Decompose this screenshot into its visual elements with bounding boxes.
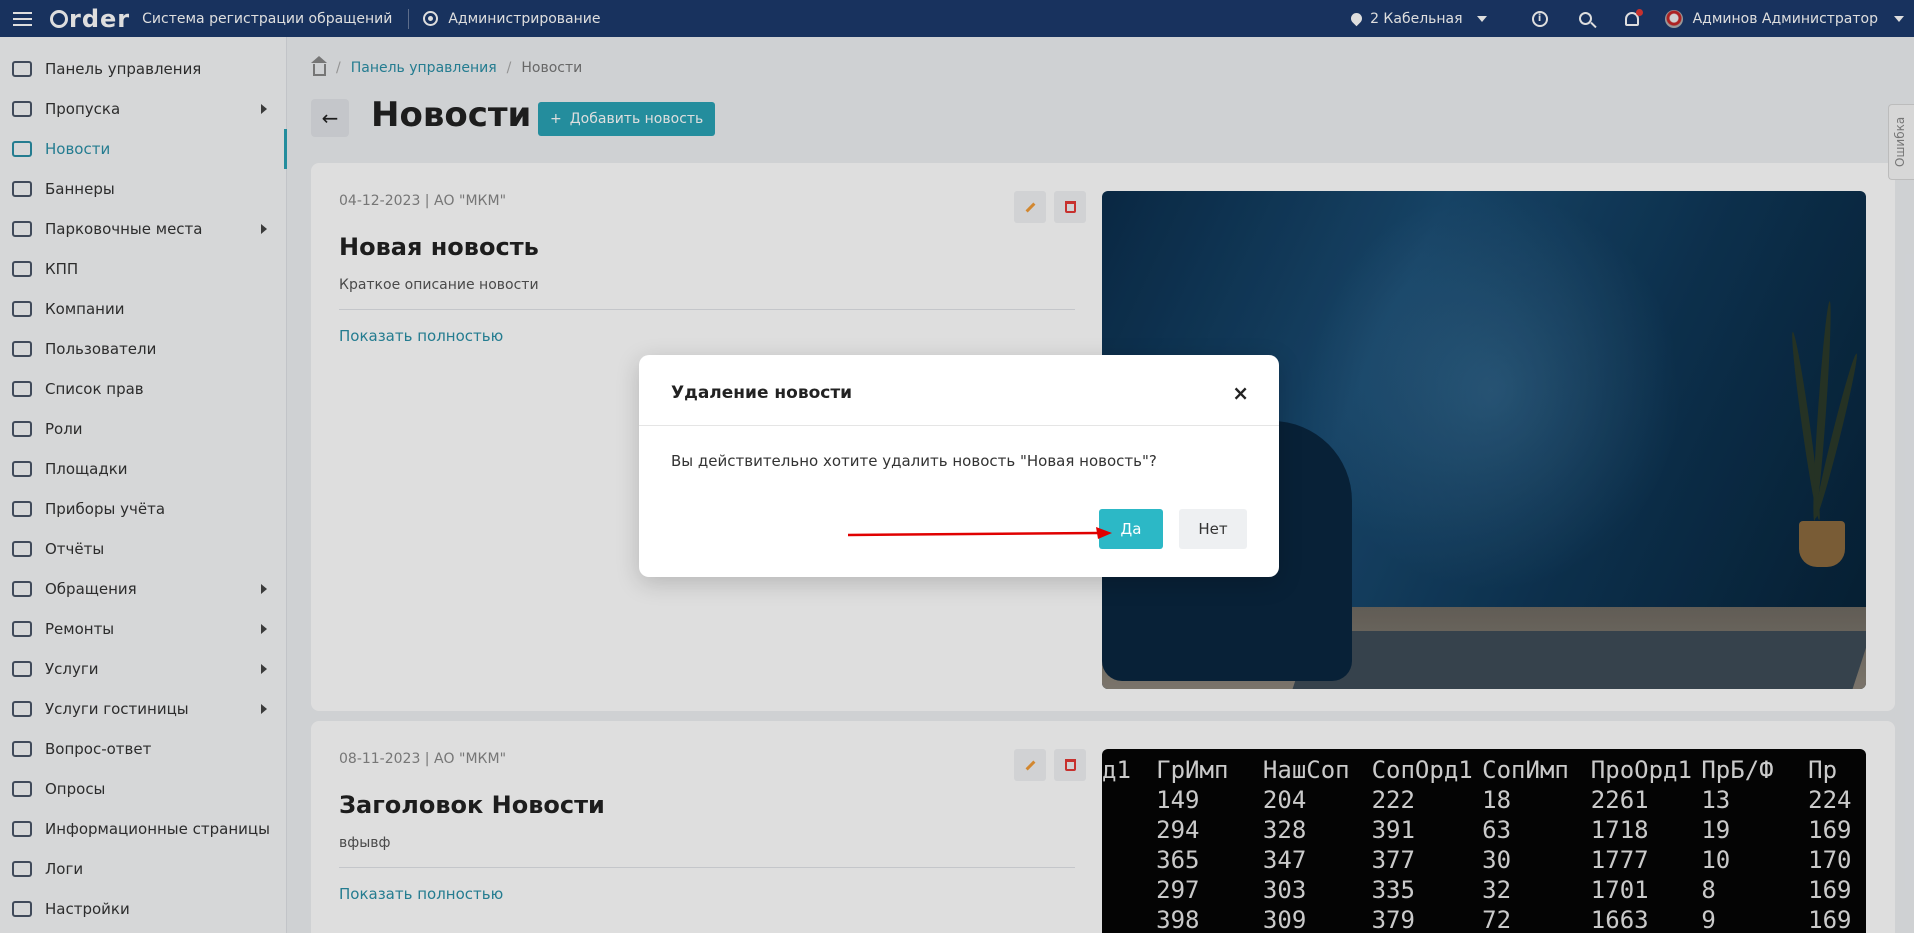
annotation-arrow xyxy=(847,527,1112,539)
dialog-title: Удаление новости xyxy=(671,383,853,403)
confirm-no-button[interactable]: Нет xyxy=(1179,509,1247,549)
dialog-divider xyxy=(639,425,1279,426)
dialog-message: Вы действительно хотите удалить новость … xyxy=(671,452,1157,470)
close-icon[interactable]: × xyxy=(1232,381,1249,405)
